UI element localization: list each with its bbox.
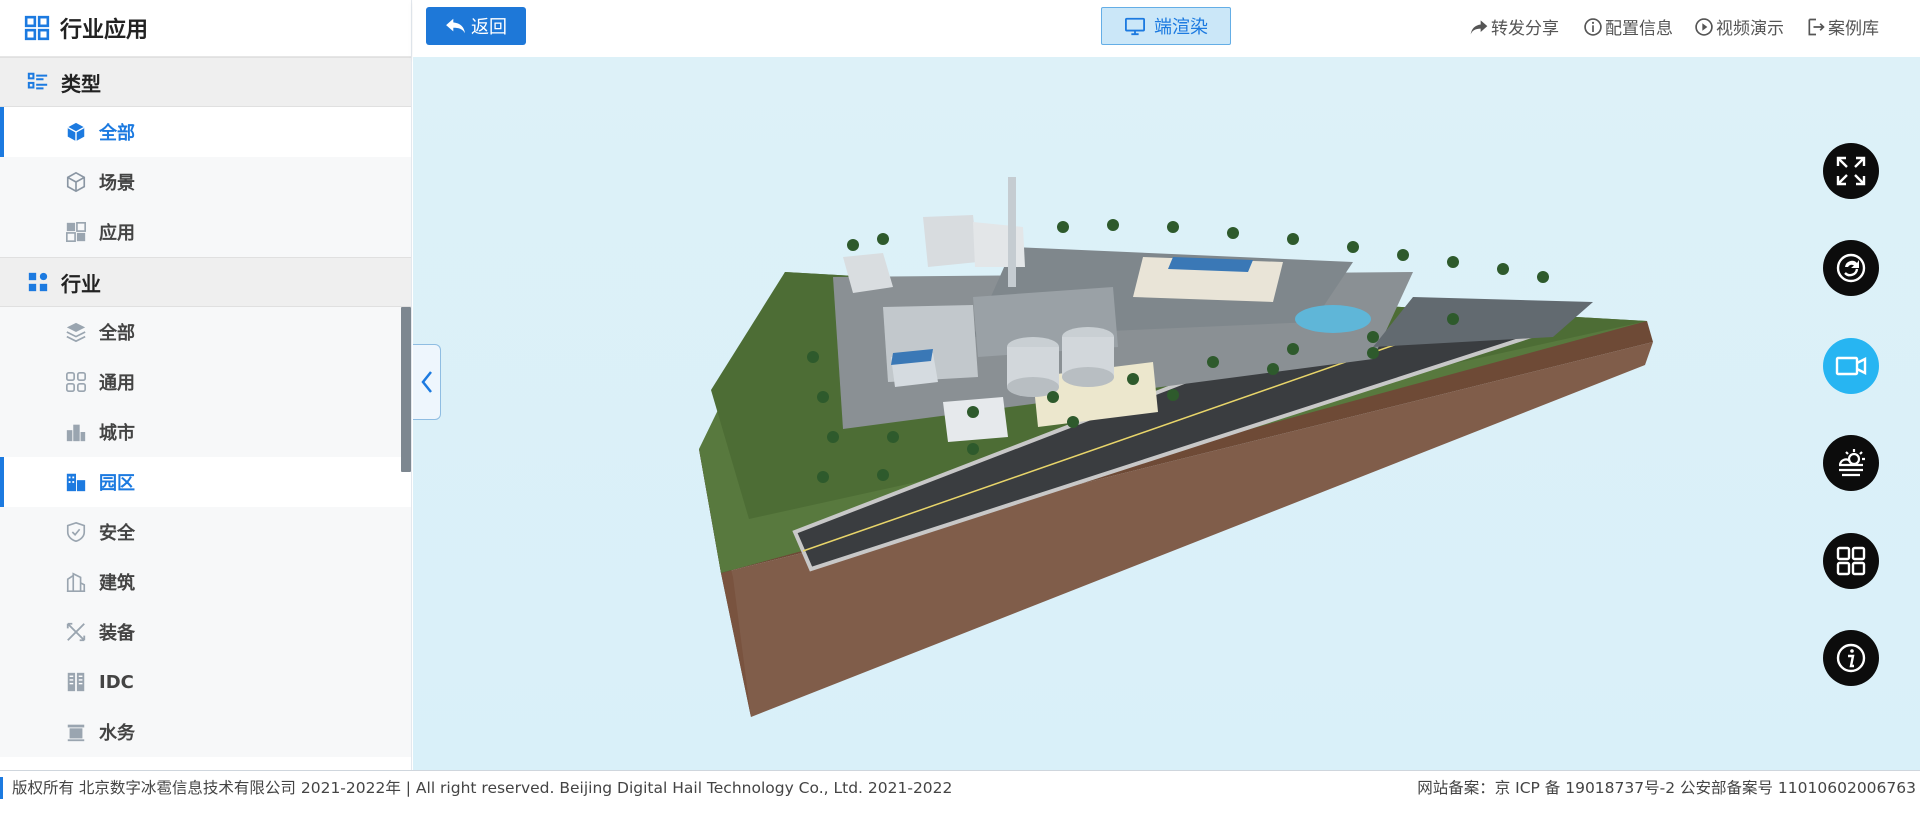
sidebar-item-construction[interactable]: 建筑 <box>0 557 411 607</box>
sidebar-title-text: 行业应用 <box>60 18 149 43</box>
case-library-link-label: 案例库 <box>1828 19 1879 39</box>
play-icon <box>1695 17 1713 36</box>
info-button[interactable] <box>1823 630 1879 686</box>
rotate-icon <box>1836 253 1866 283</box>
back-button[interactable]: 返回 <box>426 7 526 45</box>
sidebar-item-safety[interactable]: 安全 <box>0 507 411 557</box>
case-library-link[interactable]: 案例库 <box>1806 14 1879 39</box>
sidebar-item-idc[interactable]: IDC <box>0 657 411 707</box>
sidebar-item-label: 园区 <box>99 473 135 494</box>
render-mode-label: 端渲染 <box>1154 17 1208 38</box>
sidebar-item-type-all[interactable]: 全部 <box>0 107 411 157</box>
config-info-link[interactable]: 配置信息 <box>1583 14 1673 39</box>
server-rack-icon <box>67 672 85 692</box>
city-icon <box>66 424 86 442</box>
sidebar-item-park[interactable]: 园区 <box>0 457 411 507</box>
fullscreen-button[interactable] <box>1823 143 1879 199</box>
icp-record-text: 网站备案：京 ICP 备 19018737号-2 公安部备案号 11010602… <box>1417 779 1916 797</box>
sidebar-title: 行业应用 <box>0 0 411 57</box>
park-3d-scene[interactable] <box>413 57 1920 770</box>
info-circle-icon <box>1836 643 1866 673</box>
industry-list: 全部 通用 城市 园区 安全 建筑 装备 IDC 水务 <box>0 307 411 757</box>
sidebar-item-label: IDC <box>99 671 134 693</box>
sidebar-item-general[interactable]: 通用 <box>0 357 411 407</box>
info-icon <box>1584 17 1602 36</box>
park-building-icon <box>66 473 86 492</box>
tools-icon <box>66 622 86 642</box>
sidebar: 行业应用 类型 全部 场景 应用 行业 全部 通用 城市 园区 安全 建筑 装备… <box>0 0 412 770</box>
list-icon <box>27 72 48 90</box>
sidebar-item-label: 应用 <box>99 223 135 244</box>
fullscreen-icon <box>1836 156 1866 186</box>
sidebar-item-label: 场景 <box>99 173 135 194</box>
sidebar-item-equipment[interactable]: 装备 <box>0 607 411 657</box>
sidebar-item-water[interactable]: 水务 <box>0 707 411 757</box>
four-squares-icon <box>66 372 86 392</box>
sidebar-item-label: 全部 <box>99 123 135 144</box>
weather-icon <box>1838 449 1865 477</box>
sidebar-item-label: 通用 <box>99 373 135 394</box>
sidebar-scrollbar[interactable] <box>401 307 411 472</box>
category-icon <box>28 272 48 292</box>
sidebar-item-label: 城市 <box>99 423 135 444</box>
sidebar-item-label: 装备 <box>99 623 135 644</box>
copyright-text: 版权所有 北京数字冰雹信息技术有限公司 2021-2022年 | All rig… <box>0 777 952 799</box>
section-type-label: 类型 <box>61 71 101 96</box>
weather-button[interactable] <box>1823 435 1879 491</box>
sidebar-item-label: 安全 <box>99 523 135 544</box>
config-info-link-label: 配置信息 <box>1605 19 1673 39</box>
exit-icon <box>1808 18 1825 35</box>
camera-button[interactable] <box>1823 338 1879 394</box>
3d-viewport[interactable] <box>413 57 1920 770</box>
sidebar-item-city[interactable]: 城市 <box>0 407 411 457</box>
sidebar-item-label: 全部 <box>99 323 135 344</box>
video-demo-link-label: 视频演示 <box>1716 19 1784 39</box>
collapse-sidebar-tab[interactable] <box>413 344 441 420</box>
grid-icon <box>1836 546 1866 576</box>
apps-grid-icon <box>24 15 50 41</box>
monitor-icon <box>1125 17 1145 36</box>
sidebar-item-label: 水务 <box>99 723 135 744</box>
sidebar-item-label: 建筑 <box>99 573 135 594</box>
share-link[interactable]: 转发分享 <box>1469 14 1559 39</box>
sidebar-item-application[interactable]: 应用 <box>0 207 411 257</box>
back-button-label: 返回 <box>471 17 507 38</box>
chevron-left-icon <box>420 371 432 393</box>
cube-icon <box>66 171 86 193</box>
sidebar-item-scene[interactable]: 场景 <box>0 157 411 207</box>
share-link-label: 转发分享 <box>1491 19 1559 39</box>
back-arrow-icon <box>446 18 465 34</box>
water-tank-icon <box>67 724 85 742</box>
footer: 版权所有 北京数字冰雹信息技术有限公司 2021-2022年 | All rig… <box>0 770 1920 820</box>
camera-icon <box>1835 356 1867 376</box>
sidebar-item-industry-all[interactable]: 全部 <box>0 307 411 357</box>
section-industry-header[interactable]: 行业 <box>0 257 411 307</box>
share-icon <box>1470 19 1488 34</box>
video-demo-link[interactable]: 视频演示 <box>1694 14 1784 39</box>
render-mode-button[interactable]: 端渲染 <box>1101 7 1231 45</box>
grid-button[interactable] <box>1823 533 1879 589</box>
layers-icon <box>66 322 86 343</box>
app-blocks-icon <box>66 222 86 242</box>
building-icon <box>66 572 86 592</box>
rotate-button[interactable] <box>1823 240 1879 296</box>
cube-filled-icon <box>67 122 85 142</box>
top-bar: 返回 端渲染 转发分享 配置信息 视频演示 案例库 <box>413 0 1920 57</box>
shield-icon <box>66 521 86 543</box>
section-type-header[interactable]: 类型 <box>0 57 411 107</box>
section-industry-label: 行业 <box>61 271 101 296</box>
